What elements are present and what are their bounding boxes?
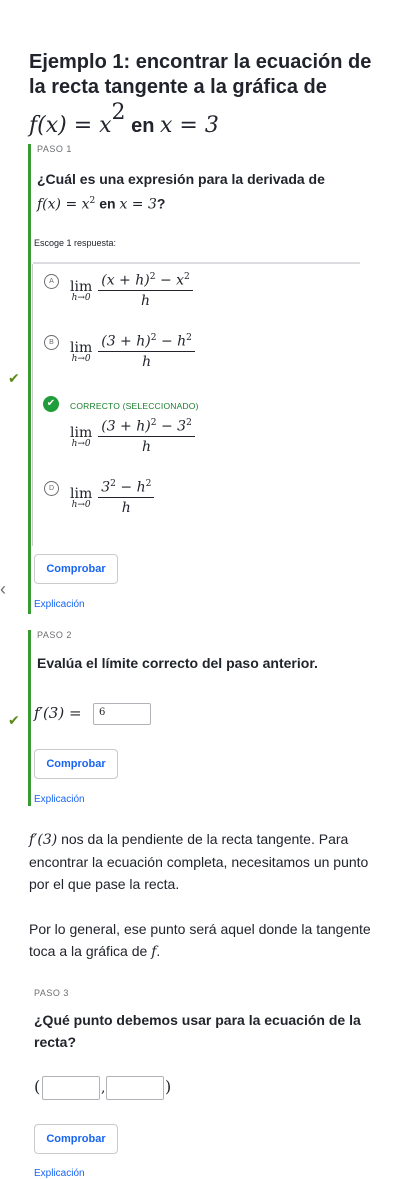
option-a-lim: lim h→0 [70, 279, 92, 303]
option-a-num-tail: − x [155, 272, 185, 289]
chevron-left-icon[interactable]: ‹ [0, 579, 6, 600]
step-1-question-math1: f(x) = x [37, 196, 90, 213]
option-d-denominator: h [121, 500, 131, 517]
paragraph-point-text: Por lo general, ese punto será aquel don… [29, 921, 371, 959]
title-math-rhs: x = 3 [160, 113, 219, 139]
option-b-lim: lim h→0 [70, 340, 92, 364]
paragraph-slope-text: nos da la pendiente de la recta tangente… [29, 831, 369, 892]
option-b-num-tail: − h [156, 333, 187, 350]
option-b-num-main: (3 + h) [101, 333, 151, 350]
step-1-question: ¿Cuál es una expresión para la derivada … [37, 168, 377, 215]
step-1-check-button[interactable]: Comprobar [34, 554, 118, 584]
step-1: PASO 1 ¿Cuál es una expresión para la de… [28, 144, 377, 614]
option-c-denominator: h [142, 439, 152, 456]
option-a-fraction: (x + h)2 − x2 h [98, 272, 193, 309]
step-3-check-button[interactable]: Comprobar [34, 1124, 118, 1154]
choose-label: Escoge 1 respuesta: [34, 238, 117, 248]
option-b-lim-sub: h→0 [71, 353, 91, 364]
step-1-label: PASO 1 [37, 144, 72, 154]
option-b[interactable]: lim h→0 (3 + h)2 − h2 h [70, 333, 195, 370]
paragraph-point: Por lo general, ese punto será aquel don… [29, 918, 379, 963]
option-d-num-tail: − h [115, 479, 146, 496]
choices-rail [32, 264, 33, 546]
option-b-fraction: (3 + h)2 − h2 h [98, 333, 195, 370]
step-3-question: ¿Qué punto debemos usar para la ecuación… [34, 1012, 361, 1050]
option-d-numerator: 32 − h2 [98, 479, 155, 499]
option-a-lim-sub: h→0 [71, 292, 91, 303]
paragraph-slope: f′(3) nos da la pendiente de la recta ta… [29, 828, 379, 895]
option-a-numerator: (x + h)2 − x2 [98, 272, 193, 292]
option-a-num-main: (x + h) [101, 272, 150, 289]
option-d-fraction: 32 − h2 h [98, 479, 155, 517]
option-c-numerator: (3 + h)2 − 32 [98, 418, 195, 438]
step-2-question: Evalúa el límite correcto del paso anter… [37, 655, 318, 671]
option-d-letter[interactable]: D [44, 481, 59, 496]
choices-divider [33, 262, 360, 264]
step-2-answer-input[interactable]: 6 [93, 703, 151, 725]
step-2-label: PASO 2 [37, 630, 72, 640]
option-c-lim: lim h→0 [70, 425, 92, 449]
option-c-lim-sub: h→0 [71, 438, 91, 449]
step-3-open-paren: ( [34, 1077, 41, 1096]
option-a-letter[interactable]: A [44, 274, 59, 289]
title-math-exp: 2 [111, 100, 126, 125]
option-d-num-tail-exp: 2 [145, 479, 152, 489]
option-a-num-tail-exp: 2 [184, 272, 190, 282]
option-c[interactable]: lim h→0 (3 + h)2 − 32 h [70, 418, 195, 455]
check-icon: ✔ [8, 370, 20, 386]
step-2-expression: f′(3) = [34, 704, 82, 722]
step-3-x-input[interactable] [42, 1076, 100, 1100]
option-a-denominator: h [141, 293, 151, 310]
step-1-question-text: ¿Cuál es una expresión para la derivada … [37, 171, 325, 187]
option-c-num-tail-exp: 2 [186, 418, 192, 428]
option-d[interactable]: lim h→0 32 − h2 h [70, 479, 155, 517]
option-d-lim: lim h→0 [70, 486, 92, 510]
correct-status-label: CORRECTO (SELECCIONADO) [70, 401, 199, 411]
option-c-num-tail: − 3 [156, 418, 187, 435]
step-2-check-button[interactable]: Comprobar [34, 749, 118, 779]
title-connector: en [125, 115, 160, 138]
check-icon: ✔ [8, 712, 20, 728]
step-1-explanation-link[interactable]: Explicación [34, 599, 85, 610]
option-b-numerator: (3 + h)2 − h2 [98, 333, 195, 353]
option-b-num-tail-exp: 2 [186, 333, 192, 343]
paragraph-point-end: . [156, 943, 161, 959]
step-3-explanation-link[interactable]: Explicación [34, 1168, 85, 1179]
title-math-lhs: f(x) = x [29, 113, 112, 139]
option-c-num-main: (3 + h) [101, 418, 151, 435]
option-b-denominator: h [142, 354, 152, 371]
correct-check-icon[interactable]: ✔ [43, 396, 59, 412]
step-1-question-math2: x = 3 [119, 196, 157, 213]
page-title: Ejemplo 1: encontrar la ecuación de la r… [29, 50, 389, 139]
option-d-lim-sub: h→0 [71, 499, 91, 510]
option-a[interactable]: lim h→0 (x + h)2 − x2 h [70, 272, 193, 309]
step-1-question-connector: en [95, 195, 120, 212]
step-3-label: PASO 3 [34, 988, 69, 998]
paragraph-slope-math: f′(3) [29, 832, 58, 848]
title-text: Ejemplo 1: encontrar la ecuación de la r… [29, 51, 372, 98]
step-1-question-end: ? [156, 195, 166, 212]
option-b-letter[interactable]: B [44, 335, 59, 350]
option-c-fraction: (3 + h)2 − 32 h [98, 418, 195, 455]
step-3-y-input[interactable] [106, 1076, 164, 1100]
step-3-comma: , [101, 1080, 106, 1096]
step-3-close-paren: ) [165, 1077, 172, 1096]
step-2-explanation-link[interactable]: Explicación [34, 794, 85, 805]
option-d-num-main: 3 [101, 479, 111, 496]
